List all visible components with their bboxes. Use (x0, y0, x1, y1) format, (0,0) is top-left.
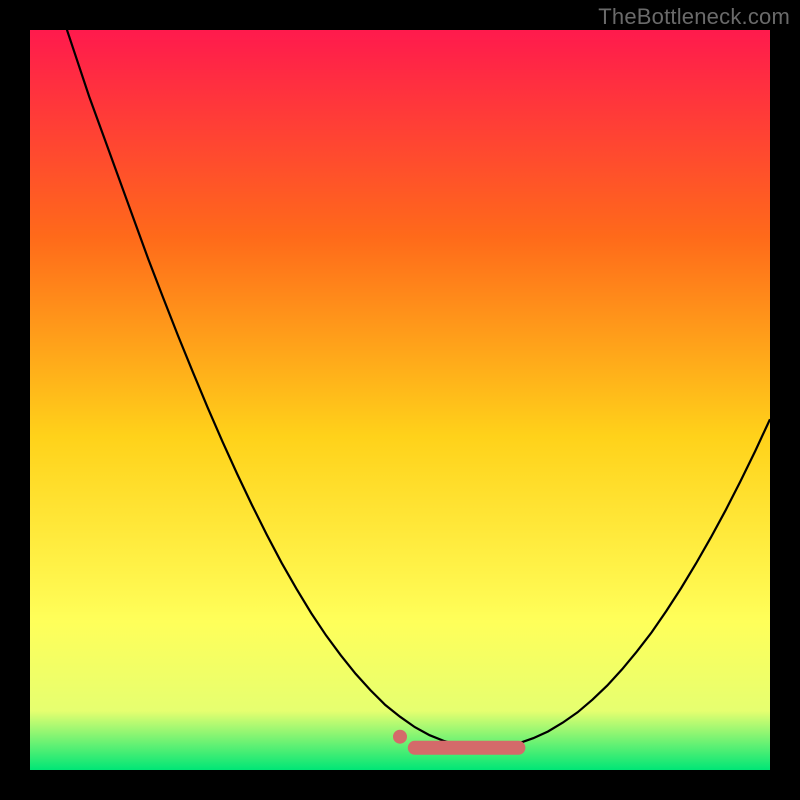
watermark: TheBottleneck.com (598, 4, 790, 30)
bottleneck-chart (30, 30, 770, 770)
marker-dot (393, 730, 407, 744)
chart-area (30, 30, 770, 770)
app-frame: TheBottleneck.com (0, 0, 800, 800)
gradient-background (30, 30, 770, 770)
